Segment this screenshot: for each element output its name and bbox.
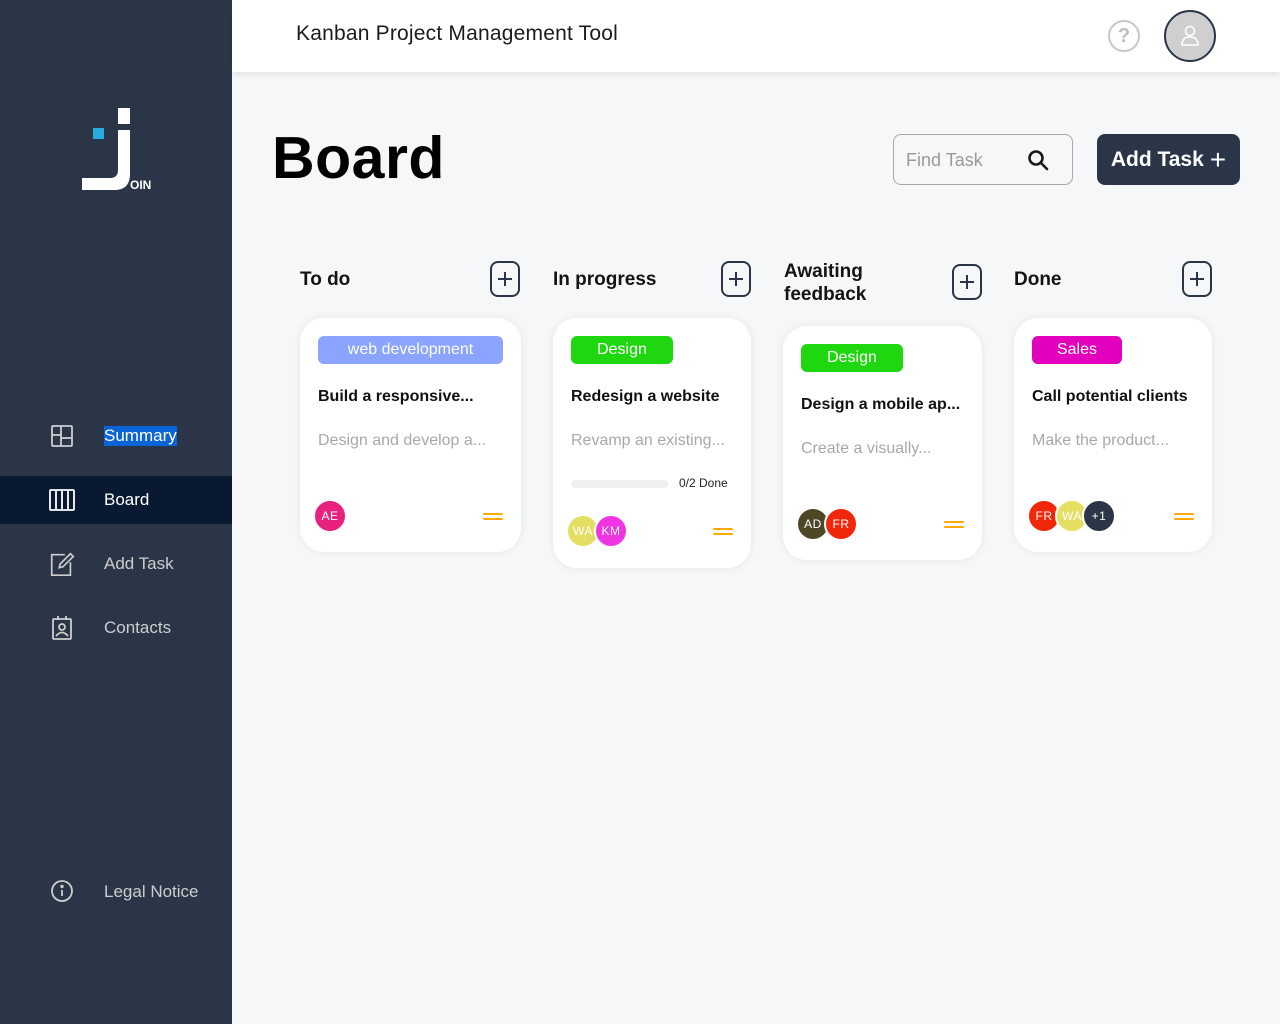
assignee-badge: KM — [594, 514, 628, 548]
plus-icon — [960, 275, 974, 289]
top-header: Kanban Project Management Tool ? — [232, 0, 1280, 72]
search-icon[interactable] — [1027, 149, 1049, 171]
find-task-search — [893, 134, 1073, 185]
help-icon[interactable]: ? — [1108, 20, 1140, 52]
task-card[interactable]: Design Design a mobile ap... Create a vi… — [783, 326, 982, 560]
category-tag: Design — [571, 336, 673, 364]
sidebar-item-label: Contacts — [104, 618, 172, 637]
sidebar-item-label: Board — [104, 490, 150, 509]
plus-icon — [498, 272, 512, 286]
category-tag: Design — [801, 344, 903, 372]
add-task-button[interactable]: Add Task + — [1097, 134, 1240, 185]
user-avatar-button[interactable] — [1164, 10, 1216, 62]
sidebar-item-summary[interactable]: Summary — [0, 412, 232, 460]
category-tag: Sales — [1032, 336, 1122, 364]
legal-notice-label: Legal Notice — [104, 882, 199, 901]
card-description: Make the product... — [1032, 432, 1169, 449]
sidebar: OIN Summary Board Add Task Contacts Lega… — [0, 0, 232, 1024]
assignee-badge: AE — [313, 499, 347, 533]
logo-text: OIN — [130, 178, 152, 192]
plus-icon — [729, 272, 743, 286]
sidebar-item-board[interactable]: Board — [0, 476, 232, 524]
board-icon — [48, 486, 76, 514]
user-icon — [1181, 25, 1199, 46]
sidebar-item-label: Add Task — [104, 554, 174, 573]
assignee-badge: FR — [824, 507, 858, 541]
page-title: Board — [272, 125, 445, 191]
card-title: Build a responsive... — [318, 388, 474, 405]
legal-notice-link[interactable]: Legal Notice — [0, 868, 232, 916]
priority-medium-icon — [944, 520, 964, 530]
priority-medium-icon — [483, 512, 503, 522]
join-logo[interactable]: OIN — [80, 106, 156, 196]
task-card[interactable]: web development Build a responsive... De… — [300, 318, 521, 552]
category-tag: web development — [318, 336, 503, 364]
subtask-progress-bar — [571, 480, 668, 488]
column-title-line: Awaiting — [784, 261, 863, 282]
column-title-awaiting-feedback: Awaiting feedback — [784, 260, 866, 306]
search-input[interactable] — [906, 147, 1026, 173]
card-description: Create a visually... — [801, 440, 932, 457]
card-description: Design and develop a... — [318, 432, 487, 449]
subtask-progress-text: 0/2 Done — [679, 476, 728, 490]
contacts-icon — [48, 614, 76, 642]
info-icon — [50, 879, 76, 905]
add-task-in-progress-button[interactable] — [721, 261, 751, 297]
priority-medium-icon — [713, 527, 733, 537]
priority-medium-icon — [1174, 512, 1194, 522]
column-title-in-progress: In progress — [553, 269, 657, 290]
plus-icon: + — [1209, 143, 1227, 175]
task-card[interactable]: Sales Call potential clients Make the pr… — [1014, 318, 1212, 552]
card-title: Redesign a website — [571, 388, 720, 405]
add-task-icon — [48, 550, 76, 578]
sidebar-item-add-task[interactable]: Add Task — [0, 540, 232, 588]
column-title-done: Done — [1014, 269, 1062, 290]
plus-icon — [1190, 272, 1204, 286]
help-symbol: ? — [1117, 24, 1131, 47]
summary-icon — [48, 422, 76, 450]
card-title: Design a mobile ap... — [801, 396, 961, 413]
add-task-todo-button[interactable] — [490, 261, 520, 297]
sidebar-item-label: Summary — [104, 426, 177, 446]
column-title-line: feedback — [784, 284, 867, 305]
card-title: Call potential clients — [1032, 388, 1188, 405]
column-title-todo: To do — [300, 269, 351, 290]
card-description: Revamp an existing... — [571, 432, 725, 449]
add-task-done-button[interactable] — [1182, 261, 1212, 297]
header-title: Kanban Project Management Tool — [296, 22, 618, 45]
sidebar-item-contacts[interactable]: Contacts — [0, 604, 232, 652]
add-task-button-label: Add Task — [1110, 147, 1204, 171]
assignee-overflow-badge: +1 — [1082, 499, 1116, 533]
task-card[interactable]: Design Redesign a website Revamp an exis… — [553, 318, 751, 568]
add-task-awaiting-feedback-button[interactable] — [952, 264, 982, 300]
